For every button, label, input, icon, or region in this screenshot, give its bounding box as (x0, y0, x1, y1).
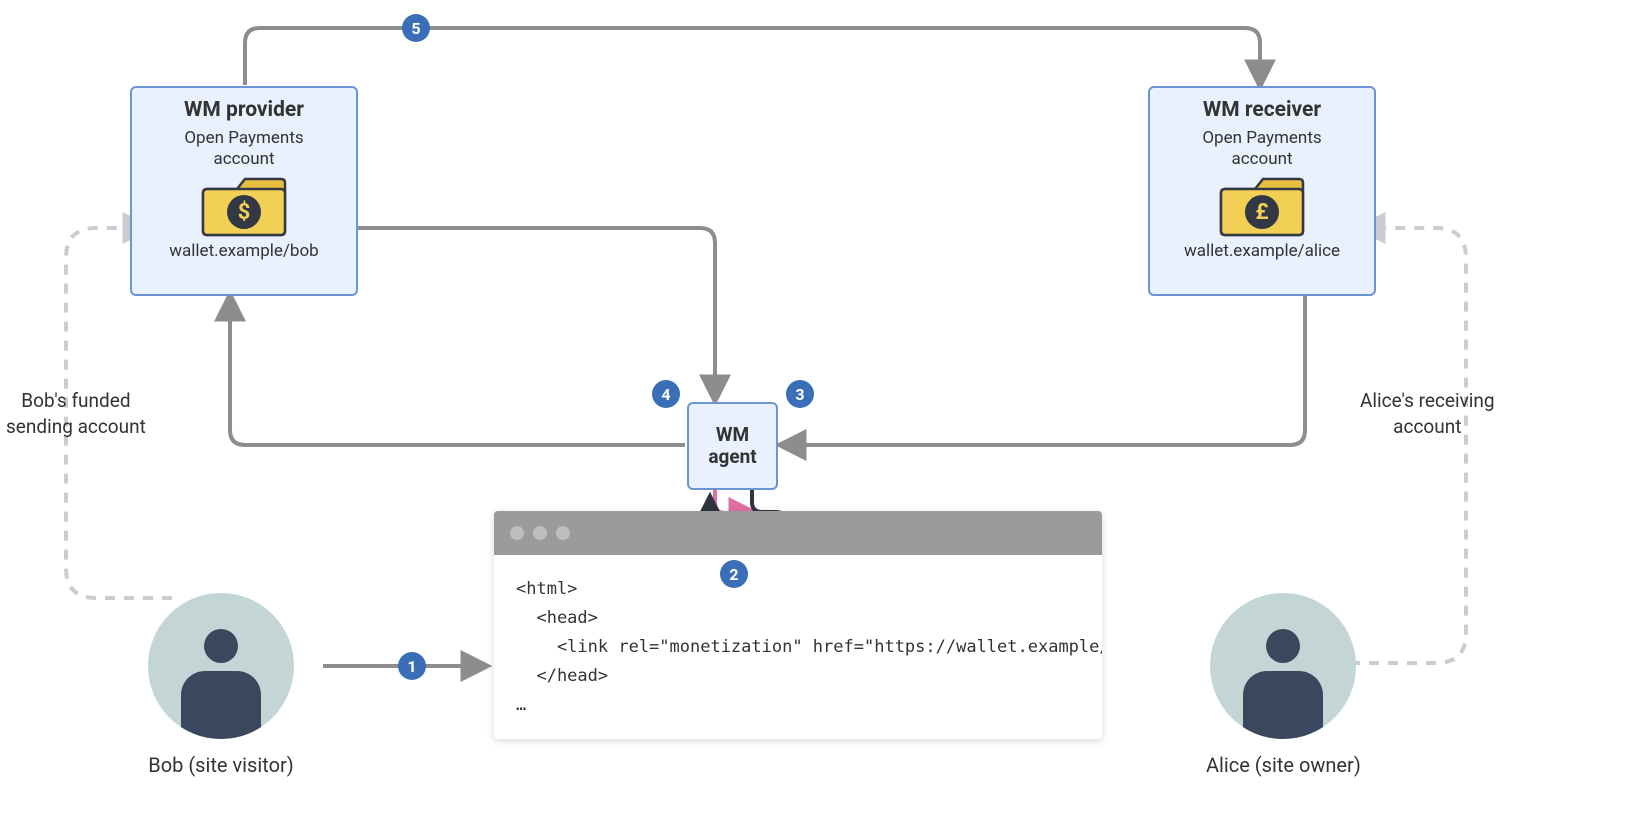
wm-agent-line2: agent (708, 446, 756, 468)
step-badge-4: 4 (652, 380, 680, 408)
provider-folder-icon: $ (201, 175, 287, 237)
step-badge-1: 1 (398, 652, 426, 680)
person-icon (148, 593, 294, 739)
person-icon (1210, 593, 1356, 739)
browser-titlebar (494, 511, 1102, 555)
receiver-wallet-url: wallet.example/alice (1150, 241, 1374, 261)
window-dot-icon (510, 526, 524, 540)
receiver-account-label: Open Paymentsaccount (1150, 128, 1374, 171)
wm-receiver-title: WM receiver (1150, 98, 1374, 122)
bob-person: Bob (site visitor) (148, 593, 294, 777)
svg-text:£: £ (1255, 200, 1268, 225)
step-badge-3: 3 (786, 380, 814, 408)
alice-person: Alice (site owner) (1206, 593, 1361, 777)
step-badge-5: 5 (402, 14, 430, 42)
bob-label: Bob (site visitor) (148, 753, 294, 777)
wm-provider-box: WM provider Open Paymentsaccount $ walle… (130, 86, 358, 296)
svg-text:$: $ (238, 200, 251, 225)
step-badge-2: 2 (720, 560, 748, 588)
window-dot-icon (533, 526, 547, 540)
alice-label: Alice (site owner) (1206, 753, 1361, 777)
provider-wallet-url: wallet.example/bob (132, 241, 356, 261)
wm-provider-title: WM provider (132, 98, 356, 122)
wm-agent-box: WM agent (687, 402, 778, 490)
window-dot-icon (556, 526, 570, 540)
browser-code: <html> <head> <link rel="monetization" h… (494, 555, 1102, 739)
alice-account-label: Alice's receiving account (1360, 388, 1495, 439)
wm-receiver-box: WM receiver Open Paymentsaccount £ walle… (1148, 86, 1376, 296)
bob-account-label: Bob's funded sending account (6, 388, 146, 439)
browser-window: <html> <head> <link rel="monetization" h… (494, 511, 1102, 739)
wm-agent-line1: WM (716, 424, 749, 446)
receiver-folder-icon: £ (1219, 175, 1305, 237)
provider-account-label: Open Paymentsaccount (132, 128, 356, 171)
